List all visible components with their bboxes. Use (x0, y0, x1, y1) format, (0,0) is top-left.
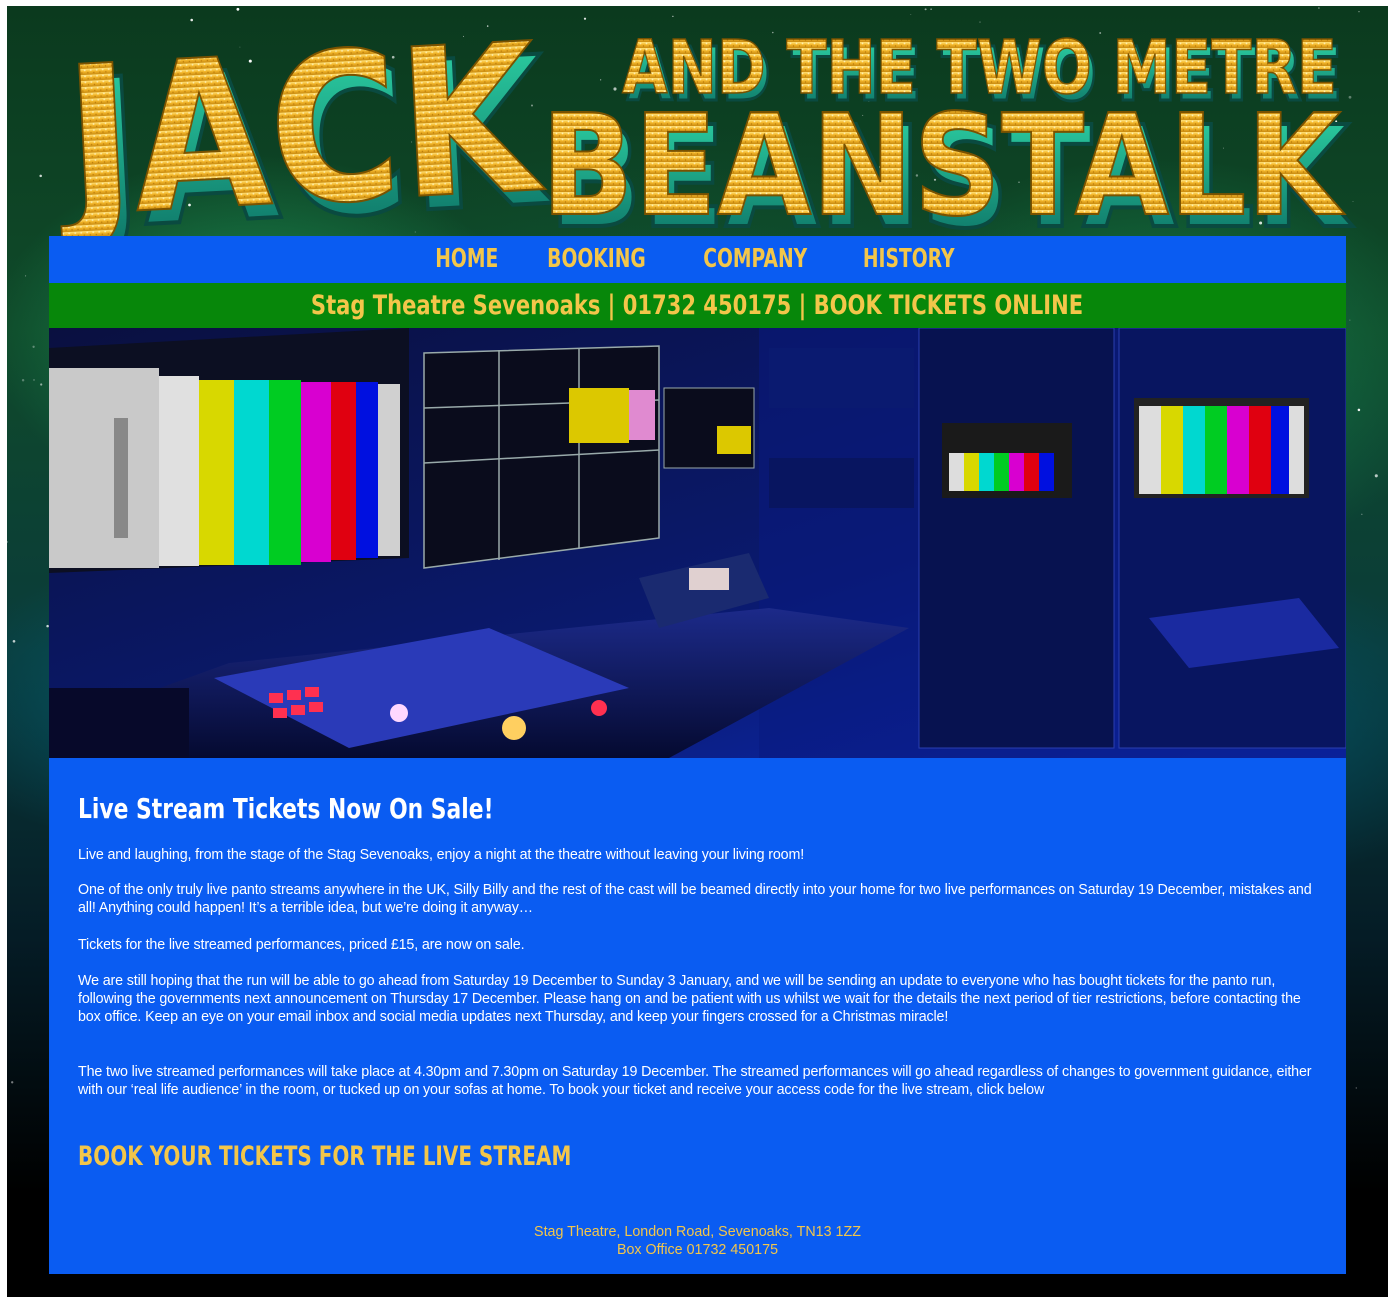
colour-bars-monitor-rack (942, 423, 1072, 498)
control-room-illustration (49, 328, 1346, 758)
title-jack: JACK (57, 18, 549, 238)
title-line2: BEANSTALK (541, 85, 1345, 238)
multiview-monitor-small (663, 387, 755, 469)
main-navigation: HOME BOOKING COMPANY HISTORY (49, 236, 1346, 283)
hero-image-control-room (49, 328, 1346, 758)
theatre-info-text[interactable]: Stag Theatre Sevenoaks | 01732 450175 | … (311, 283, 1083, 328)
footer-address: Stag Theatre, London Road, Sevenoaks, TN… (534, 1224, 861, 1240)
footer: Stag Theatre, London Road, Sevenoaks, TN… (49, 1223, 1346, 1259)
show-title-logo: JACK JACK AND THE TWO METRE AND THE TWO … (57, 18, 1355, 238)
nav-history-link[interactable]: HISTORY (862, 236, 954, 283)
ticket-price-paragraph: Tickets for the live streamed performanc… (78, 937, 525, 953)
theatre-info-bar[interactable]: Stag Theatre Sevenoaks | 01732 450175 | … (49, 283, 1346, 328)
live-stream-paragraph: One of the only truly live panto streams… (78, 882, 1312, 916)
colour-bars-monitor-left (49, 368, 400, 568)
footer-box-office: Box Office 01732 450175 (616, 1242, 779, 1258)
multiview-monitor-center (423, 345, 660, 569)
nav-home-link[interactable]: HOME (435, 236, 498, 283)
colour-bars-monitor-right (1134, 398, 1309, 498)
intro-paragraph: Live and laughing, from the stage of the… (78, 847, 805, 863)
page-heading: Live Stream Tickets Now On Sale! (78, 792, 494, 825)
book-live-stream-link[interactable]: BOOK YOUR TICKETS FOR THE LIVE STREAM (78, 1141, 571, 1172)
run-update-paragraph: We are still hoping that the run will be… (78, 973, 1301, 1025)
main-content: Live Stream Tickets Now On Sale! Live an… (49, 758, 1346, 1274)
nav-company-link[interactable]: COMPANY (703, 236, 807, 283)
nav-booking-link[interactable]: BOOKING (547, 236, 646, 283)
performance-times-paragraph: The two live streamed performances will … (78, 1064, 1312, 1098)
